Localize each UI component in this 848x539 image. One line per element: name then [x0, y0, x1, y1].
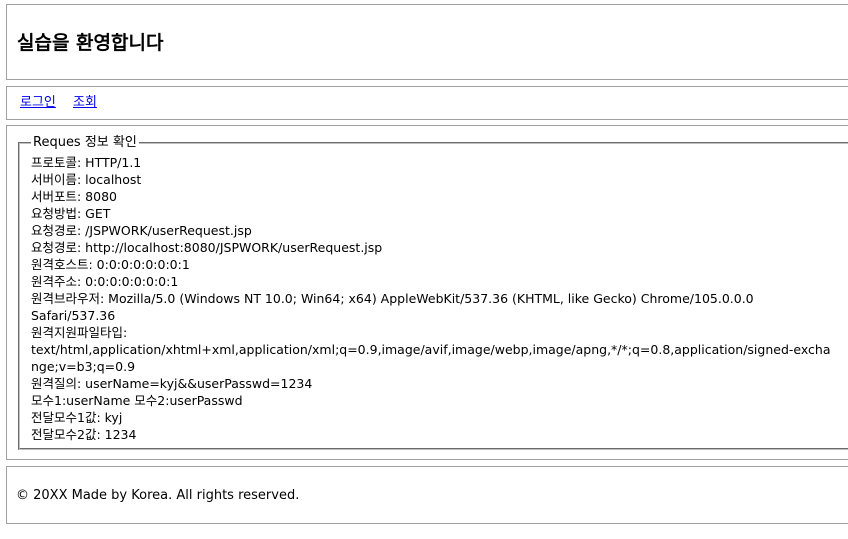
login-link[interactable]: 로그인 [20, 95, 56, 111]
param-names-line: 모수1:userName 모수2:userPasswd [31, 393, 243, 408]
nav-section: 로그인 조회 [6, 86, 848, 120]
remote-host-line: 원격호스트: 0:0:0:0:0:0:0:1 [31, 257, 190, 272]
request-info-fieldset: Reques 정보 확인 프로토콜: HTTP/1.1 서버이름: localh… [18, 136, 848, 450]
accept-value-line: text/html,application/xhtml+xml,applicat… [31, 342, 831, 374]
header-section: 실습을 환영합니다 [6, 4, 848, 80]
footer-section: © 20XX Made by Korea. All rights reserve… [6, 466, 848, 524]
request-method-line: 요청방법: GET [31, 206, 111, 221]
server-name-line: 서버이름: localhost [31, 172, 142, 187]
query-string-line: 원격질의: userName=kyj&&userPasswd=1234 [31, 376, 313, 391]
request-info-legend: Reques 정보 확인 [33, 135, 137, 150]
user-agent-line: 원격브라우저: Mozilla/5.0 (Windows NT 10.0; Wi… [31, 291, 754, 323]
page-title: 실습을 환영합니다 [17, 32, 164, 54]
request-uri-line: 요청경로: /JSPWORK/userRequest.jsp [31, 223, 252, 238]
param2-value-line: 전달모수2값: 1234 [31, 427, 137, 442]
server-port-line: 서버포트: 8080 [31, 189, 117, 204]
remote-addr-line: 원격주소: 0:0:0:0:0:0:0:1 [31, 274, 179, 289]
copyright-text: © 20XX Made by Korea. All rights reserve… [16, 488, 300, 503]
param1-value-line: 전달모수1값: kyj [31, 410, 123, 425]
main-section: Reques 정보 확인 프로토콜: HTTP/1.1 서버이름: localh… [6, 125, 848, 460]
protocol-line: 프로토콜: HTTP/1.1 [31, 155, 142, 170]
view-link[interactable]: 조회 [73, 95, 97, 111]
request-url-line: 요청경로: http://localhost:8080/JSPWORK/user… [31, 240, 383, 255]
accept-label-line: 원격지원파일타입: [31, 325, 128, 340]
